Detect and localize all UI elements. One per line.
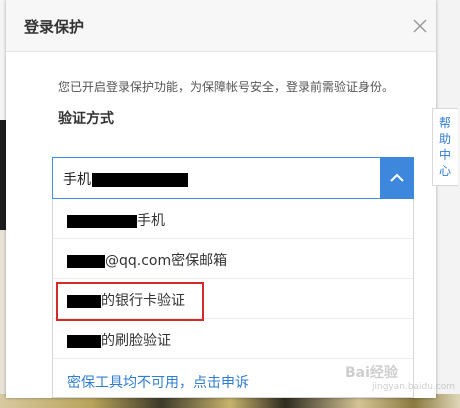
annotation-highlight: [56, 282, 204, 321]
option-email[interactable]: @qq.com密保邮箱: [53, 239, 413, 279]
redacted-text: [67, 254, 105, 268]
option-label: @qq.com密保邮箱: [67, 250, 227, 270]
option-suffix: 的刷脸验证: [101, 333, 171, 349]
appeal-link-text: 密保工具均不可用，点击申诉: [67, 375, 249, 391]
option-face[interactable]: 的刷脸验证: [53, 319, 413, 359]
watermark-url: jingyan.baidu.com: [372, 382, 456, 392]
verification-method-select[interactable]: 手机: [52, 157, 414, 199]
option-phone[interactable]: 手机: [53, 199, 413, 239]
option-label: 的刷脸验证: [67, 330, 171, 350]
selected-method-label: 手机: [63, 172, 91, 188]
dialog-description: 您已开启登录保护功能，为保障帐号安全，登录前需验证身份。: [58, 80, 395, 94]
redacted-text: [67, 214, 137, 228]
help-center-label: 帮助中心: [439, 116, 452, 178]
chevron-up-icon[interactable]: [380, 157, 414, 199]
help-center-tab[interactable]: 帮助中心: [432, 108, 458, 186]
close-icon[interactable]: [410, 16, 430, 36]
option-label: 手机: [67, 210, 165, 230]
option-suffix: 手机: [137, 213, 165, 229]
selected-method: 手机: [63, 169, 188, 189]
dialog-header: 登录保护: [6, 0, 436, 52]
option-suffix: @qq.com密保邮箱: [105, 253, 228, 269]
section-title: 验证方式: [58, 111, 114, 127]
watermark: Bai经验: [345, 365, 398, 381]
redacted-phone: [92, 173, 188, 187]
background-strip: [436, 0, 460, 408]
redacted-text: [67, 334, 101, 348]
dialog-title: 登录保护: [24, 18, 85, 36]
